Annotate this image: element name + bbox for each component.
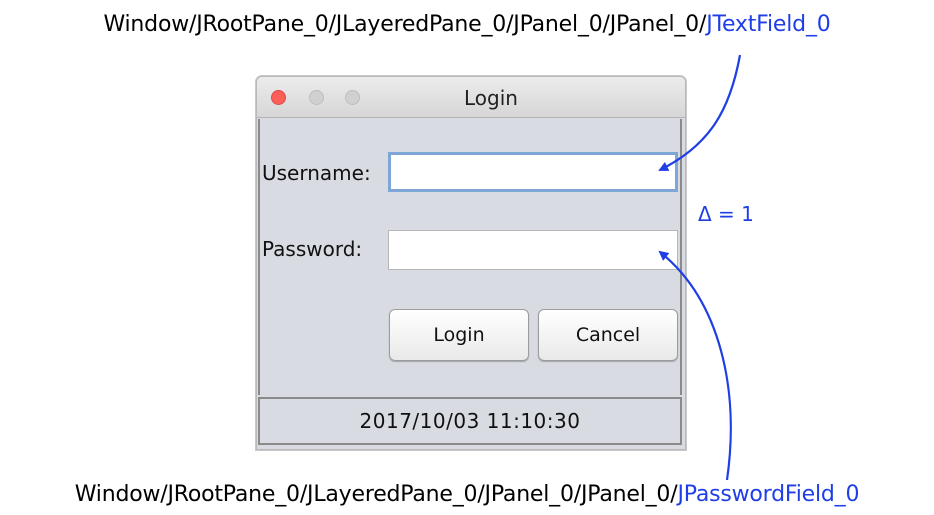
bottom-path-prefix: Window/JRootPane_0/JLayeredPane_0/JPanel… <box>74 482 678 507</box>
annotation-arrows <box>658 54 742 481</box>
arrow-to-password-field <box>658 250 732 481</box>
bottom-path-target: JPasswordField_0 <box>677 482 860 507</box>
arrow-to-username-field <box>658 54 742 171</box>
bottom-component-path: Window/JRootPane_0/JLayeredPane_0/JPanel… <box>0 482 934 507</box>
